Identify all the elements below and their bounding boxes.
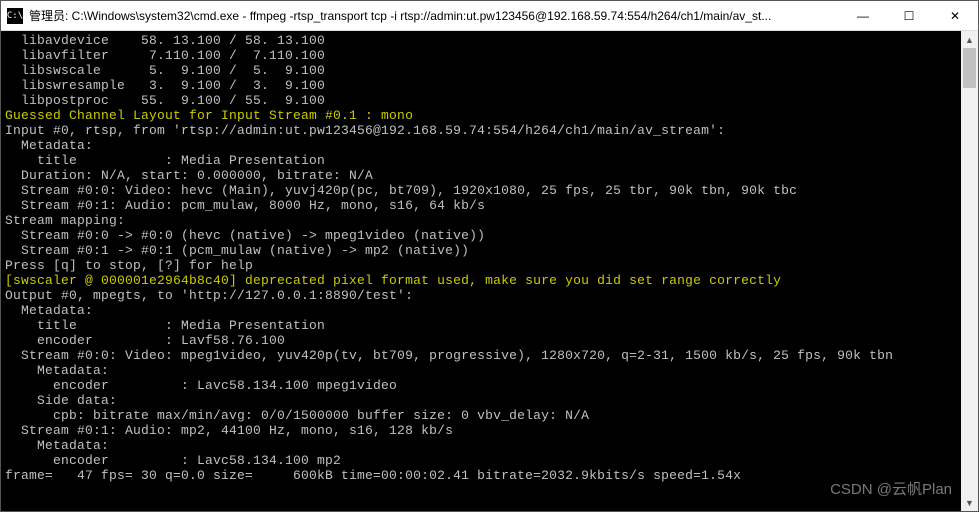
scrollbar-track[interactable]	[961, 48, 978, 494]
terminal-line: libavdevice 58. 13.100 / 58. 13.100	[5, 33, 957, 48]
app-icon: C:\	[7, 8, 23, 24]
maximize-button[interactable]: ☐	[886, 1, 932, 30]
terminal-output[interactable]: libavdevice 58. 13.100 / 58. 13.100 liba…	[1, 31, 961, 511]
terminal-line: Side data:	[5, 393, 957, 408]
cmd-window: C:\ 管理员: C:\Windows\system32\cmd.exe - f…	[0, 0, 979, 512]
terminal-line: Metadata:	[5, 363, 957, 378]
terminal-line: libswresample 3. 9.100 / 3. 9.100	[5, 78, 957, 93]
scroll-up-button[interactable]: ▲	[961, 31, 978, 48]
vertical-scrollbar[interactable]: ▲ ▼	[961, 31, 978, 511]
titlebar[interactable]: C:\ 管理员: C:\Windows\system32\cmd.exe - f…	[1, 1, 978, 31]
terminal-line: Stream #0:1: Audio: pcm_mulaw, 8000 Hz, …	[5, 198, 957, 213]
terminal-line: Stream #0:0 -> #0:0 (hevc (native) -> mp…	[5, 228, 957, 243]
terminal-line: libswscale 5. 9.100 / 5. 9.100	[5, 63, 957, 78]
terminal-line: [swscaler @ 000001e2964b8c40] deprecated…	[5, 273, 957, 288]
window-controls: — ☐ ✕	[840, 1, 978, 30]
terminal-line: libpostproc 55. 9.100 / 55. 9.100	[5, 93, 957, 108]
terminal-line: Stream #0:0: Video: mpeg1video, yuv420p(…	[5, 348, 957, 363]
terminal-line: Metadata:	[5, 303, 957, 318]
terminal-line: encoder : Lavc58.134.100 mp2	[5, 453, 957, 468]
terminal-line: Press [q] to stop, [?] for help	[5, 258, 957, 273]
terminal-line: Metadata:	[5, 438, 957, 453]
terminal-line: Metadata:	[5, 138, 957, 153]
terminal-line: Duration: N/A, start: 0.000000, bitrate:…	[5, 168, 957, 183]
terminal-line: frame= 47 fps= 30 q=0.0 size= 600kB time…	[5, 468, 957, 483]
terminal-line: Stream #0:1: Audio: mp2, 44100 Hz, mono,…	[5, 423, 957, 438]
terminal-line: cpb: bitrate max/min/avg: 0/0/1500000 bu…	[5, 408, 957, 423]
terminal-line: libavfilter 7.110.100 / 7.110.100	[5, 48, 957, 63]
terminal-line: Stream #0:0: Video: hevc (Main), yuvj420…	[5, 183, 957, 198]
scrollbar-thumb[interactable]	[963, 48, 976, 88]
scroll-down-button[interactable]: ▼	[961, 494, 978, 511]
terminal-area: libavdevice 58. 13.100 / 58. 13.100 liba…	[1, 31, 978, 511]
terminal-line: Stream mapping:	[5, 213, 957, 228]
terminal-line: title : Media Presentation	[5, 318, 957, 333]
terminal-line: encoder : Lavf58.76.100	[5, 333, 957, 348]
terminal-line: encoder : Lavc58.134.100 mpeg1video	[5, 378, 957, 393]
close-button[interactable]: ✕	[932, 1, 978, 30]
window-title: 管理员: C:\Windows\system32\cmd.exe - ffmpe…	[29, 7, 840, 24]
terminal-line: Output #0, mpegts, to 'http://127.0.0.1:…	[5, 288, 957, 303]
minimize-button[interactable]: —	[840, 1, 886, 30]
terminal-line: title : Media Presentation	[5, 153, 957, 168]
terminal-line: Guessed Channel Layout for Input Stream …	[5, 108, 957, 123]
terminal-line: Input #0, rtsp, from 'rtsp://admin:ut.pw…	[5, 123, 957, 138]
terminal-line: Stream #0:1 -> #0:1 (pcm_mulaw (native) …	[5, 243, 957, 258]
